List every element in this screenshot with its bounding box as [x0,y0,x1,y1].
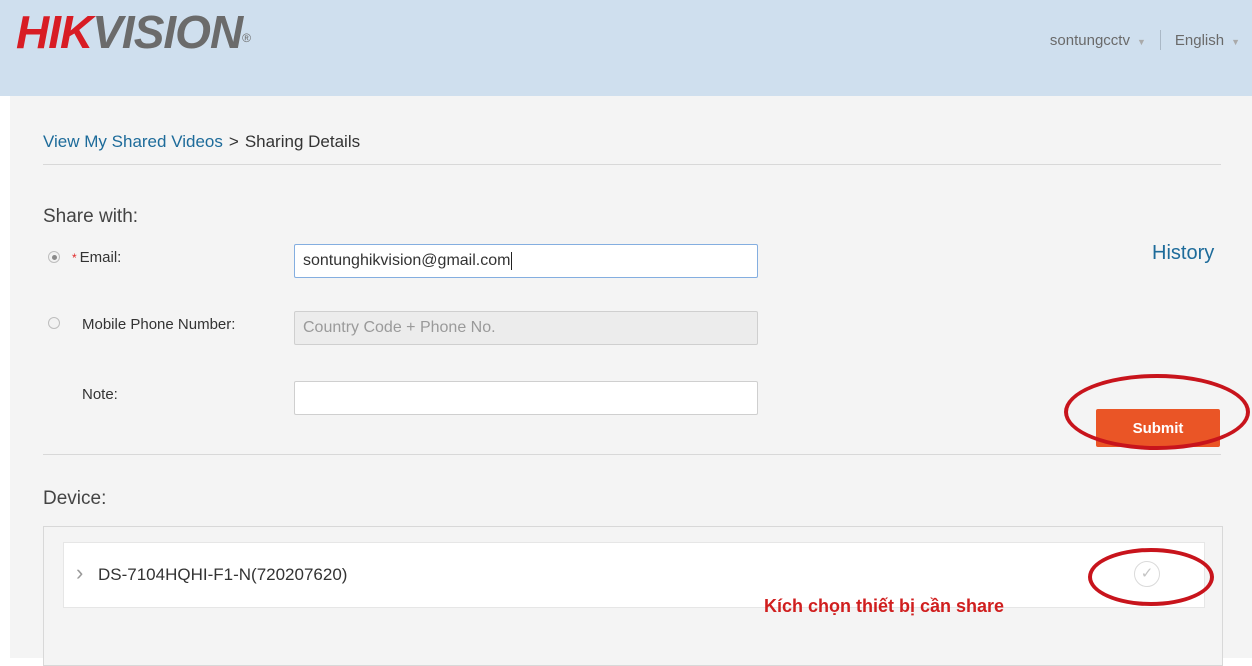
username-dropdown[interactable]: sontungcctv ▼ [1050,32,1146,49]
device-row[interactable]: › DS-7104HQHI-F1-N(720207620) ✓ [63,542,1205,608]
chevron-down-icon: ▼ [1136,36,1146,47]
annotation-text: Kích chọn thiết bị cần share [764,596,1005,616]
logo-text-red: HIK [16,6,93,58]
note-field[interactable] [294,381,758,415]
phone-label: Mobile Phone Number: [82,316,236,333]
breadcrumb-link-shared-videos[interactable]: View My Shared Videos [43,132,223,151]
divider [43,164,1221,165]
registered-mark: ® [242,31,251,45]
chevron-right-icon[interactable]: › [76,561,83,585]
username-label: sontungcctv [1049,31,1130,49]
device-name: DS-7104HQHI-F1-N(720207620) [98,565,348,584]
menu-divider [1159,30,1161,50]
top-header: HIKVISION® sontungcctv ▼ English ▼ [0,0,1252,96]
email-field[interactable]: sontunghikvision@gmail.com [294,244,758,278]
text-cursor [511,251,513,270]
email-label: * Email: [72,249,122,266]
divider [43,454,1221,455]
language-dropdown[interactable]: English ▼ [1175,32,1240,49]
chevron-down-icon: ▼ [1231,36,1240,47]
share-with-title: Share with: [43,206,139,227]
note-label: Note: [82,386,118,403]
hikvision-logo: HIKVISION® [16,4,251,60]
breadcrumb: View My Shared Videos > Sharing Details [43,132,360,152]
phone-radio[interactable] [48,317,60,329]
annotation-circle-submit [1064,374,1250,450]
breadcrumb-separator: > [228,132,239,151]
language-label: English [1174,31,1225,49]
breadcrumb-current: Sharing Details [244,132,361,151]
phone-field[interactable]: Country Code + Phone No. [294,311,758,345]
device-list-panel: › DS-7104HQHI-F1-N(720207620) ✓ [43,526,1223,666]
main-content: View My Shared Videos > Sharing Details Sh… [10,96,1252,666]
logo-text-gray: VISION [92,6,243,58]
required-mark: * [72,251,77,265]
user-menu: sontungcctv ▼ English ▼ [1050,30,1240,50]
annotation-circle-checkbox [1088,548,1214,606]
history-link[interactable]: History [1152,242,1214,265]
email-radio[interactable] [48,251,60,263]
device-title: Device: [43,488,107,509]
